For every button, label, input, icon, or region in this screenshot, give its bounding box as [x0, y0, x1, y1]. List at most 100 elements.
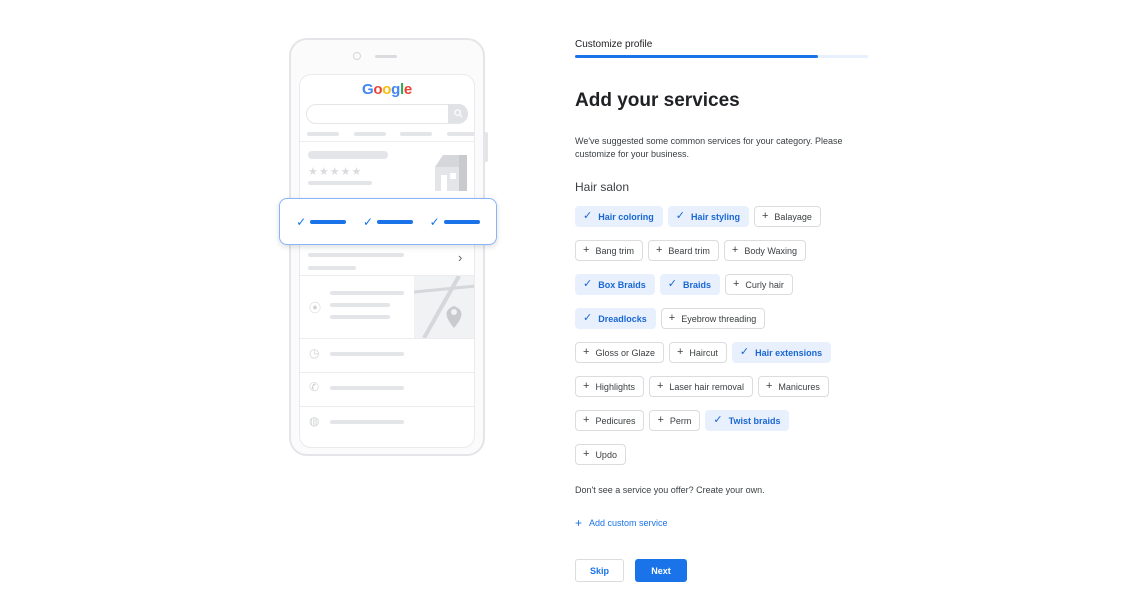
- service-chip[interactable]: + Updo: [575, 444, 626, 465]
- service-chip-label: Haircut: [689, 347, 718, 358]
- service-chip[interactable]: ✓ Hair extensions: [731, 342, 832, 363]
- service-chip[interactable]: ✓ Twist braids: [705, 410, 790, 431]
- service-chip[interactable]: + Pedicures: [575, 410, 645, 431]
- divider: [300, 406, 474, 407]
- category-heading: Hair salon: [575, 180, 630, 194]
- service-chip[interactable]: + Eyebrow threading: [660, 308, 766, 329]
- progress-bar: [575, 55, 868, 58]
- service-chip-label: Perm: [669, 415, 692, 426]
- plus-icon: +: [657, 414, 664, 426]
- check-icon: ✓: [583, 210, 593, 222]
- service-chip-label: Manicures: [778, 381, 820, 392]
- next-button[interactable]: Next: [635, 559, 687, 582]
- service-chip-label: Hair coloring: [598, 211, 654, 222]
- service-chip-label: Beard trim: [668, 245, 710, 256]
- plus-icon: +: [668, 312, 676, 324]
- service-chip-label: Curly hair: [745, 279, 784, 290]
- plus-icon: +: [731, 244, 739, 256]
- check-icon: ✓: [583, 278, 593, 290]
- storefront-icon: [435, 155, 467, 191]
- service-chip[interactable]: + Manicures: [757, 376, 829, 397]
- placeholder-bar: [308, 151, 388, 159]
- service-chip[interactable]: + Perm: [649, 410, 701, 431]
- plus-icon: +: [656, 380, 664, 392]
- plus-icon: +: [676, 346, 684, 358]
- check-icon: ✓: [429, 214, 440, 229]
- check-icon: ✓: [675, 210, 685, 222]
- service-chip[interactable]: ✓ Box Braids: [575, 274, 655, 295]
- phone-side-button: [484, 132, 488, 162]
- service-chip-label: Balayage: [774, 211, 812, 222]
- globe-icon: ◍: [309, 414, 320, 428]
- chip-row: + Bang trim + Beard trim + Body Waxing: [575, 240, 875, 261]
- check-icon: ✓: [739, 346, 750, 358]
- placeholder-bar: [330, 291, 404, 295]
- service-chip[interactable]: + Highlights: [575, 376, 644, 397]
- check-icon: ✓: [667, 278, 677, 290]
- divider: [300, 338, 474, 339]
- skip-button[interactable]: Skip: [575, 559, 624, 582]
- service-chip[interactable]: ✓ Dreadlocks: [575, 308, 656, 329]
- check-icon: ✓: [583, 312, 593, 324]
- check-icon: ✓: [713, 414, 723, 426]
- service-chip[interactable]: + Bang trim: [575, 240, 643, 261]
- page-description: We've suggested some common services for…: [575, 136, 843, 159]
- chip-row: ✓ Dreadlocks + Eyebrow threading: [575, 308, 875, 329]
- service-chip-label: Body Waxing: [744, 245, 798, 256]
- placeholder-bar: [447, 132, 474, 136]
- phone-camera: [353, 52, 361, 60]
- chevron-right-icon: ›: [458, 250, 463, 265]
- service-chip[interactable]: + Laser hair removal: [648, 376, 753, 397]
- service-chip[interactable]: ✓ Hair styling: [667, 206, 749, 227]
- services-check-card: ✓ ✓ ✓: [279, 198, 497, 245]
- phone-speaker: [375, 55, 397, 58]
- check-icon: ✓: [362, 214, 374, 229]
- plus-icon: +: [583, 244, 590, 256]
- check-icon: ✓: [296, 214, 307, 229]
- service-chip[interactable]: + Body Waxing: [723, 240, 807, 261]
- service-chip-label: Hair styling: [690, 211, 740, 222]
- service-chip[interactable]: ✓ Hair coloring: [575, 206, 663, 227]
- check-item: ✓: [362, 214, 414, 229]
- divider: [300, 372, 474, 373]
- plus-icon: +: [655, 244, 663, 256]
- phone-screen: Google ★★★★★ › ⦿ ◷ ✆ ◍: [299, 74, 475, 448]
- phone-illustration: Google ★★★★★ › ⦿ ◷ ✆ ◍: [289, 38, 485, 456]
- plus-icon: +: [583, 414, 590, 426]
- create-own-prompt: Don't see a service you offer? Create yo…: [575, 485, 765, 495]
- service-chip[interactable]: + Balayage: [753, 206, 821, 227]
- service-chip-label: Dreadlocks: [598, 313, 647, 324]
- placeholder-bar: [308, 266, 356, 270]
- phone-icon: ✆: [309, 380, 320, 394]
- chip-row: + Gloss or Glaze + Haircut ✓ Hair extensions: [575, 342, 875, 363]
- placeholder-bar: [330, 315, 390, 319]
- placeholder-bar: [307, 132, 339, 136]
- placeholder-bar: [330, 352, 404, 356]
- service-chip[interactable]: ✓ Braids: [659, 274, 720, 295]
- service-chip[interactable]: + Haircut: [668, 342, 727, 363]
- plus-icon: +: [583, 346, 590, 358]
- placeholder-bar: [330, 420, 404, 424]
- chip-row: ✓ Box Braids ✓ Braids + Curly hair: [575, 274, 875, 295]
- service-chip-label: Twist braids: [728, 415, 781, 426]
- service-chip[interactable]: + Gloss or Glaze: [575, 342, 664, 363]
- progress-fill: [575, 55, 819, 58]
- check-item: ✓: [430, 215, 480, 229]
- chip-row: + Highlights + Laser hair removal + Manicures: [575, 376, 875, 397]
- map-thumbnail: [414, 276, 474, 338]
- check-item: ✓: [296, 214, 347, 229]
- service-chip[interactable]: + Beard trim: [647, 240, 719, 261]
- plus-icon: +: [765, 380, 773, 392]
- chip-row: + Pedicures + Perm ✓ Twist braids: [575, 410, 875, 431]
- location-pin-icon: ⦿: [309, 301, 322, 315]
- service-chip[interactable]: + Curly hair: [724, 274, 793, 295]
- service-chip-label: Gloss or Glaze: [595, 347, 655, 358]
- add-custom-service-link[interactable]: + Add custom service: [575, 516, 668, 530]
- chip-row: ✓ Hair coloring ✓ Hair styling + Balayage: [575, 206, 875, 227]
- placeholder-bar: [354, 132, 386, 136]
- plus-icon: +: [575, 516, 583, 530]
- clock-icon: ◷: [309, 346, 320, 360]
- step-label: Customize profile: [575, 39, 653, 50]
- plus-icon: +: [761, 210, 769, 222]
- divider: [300, 141, 474, 142]
